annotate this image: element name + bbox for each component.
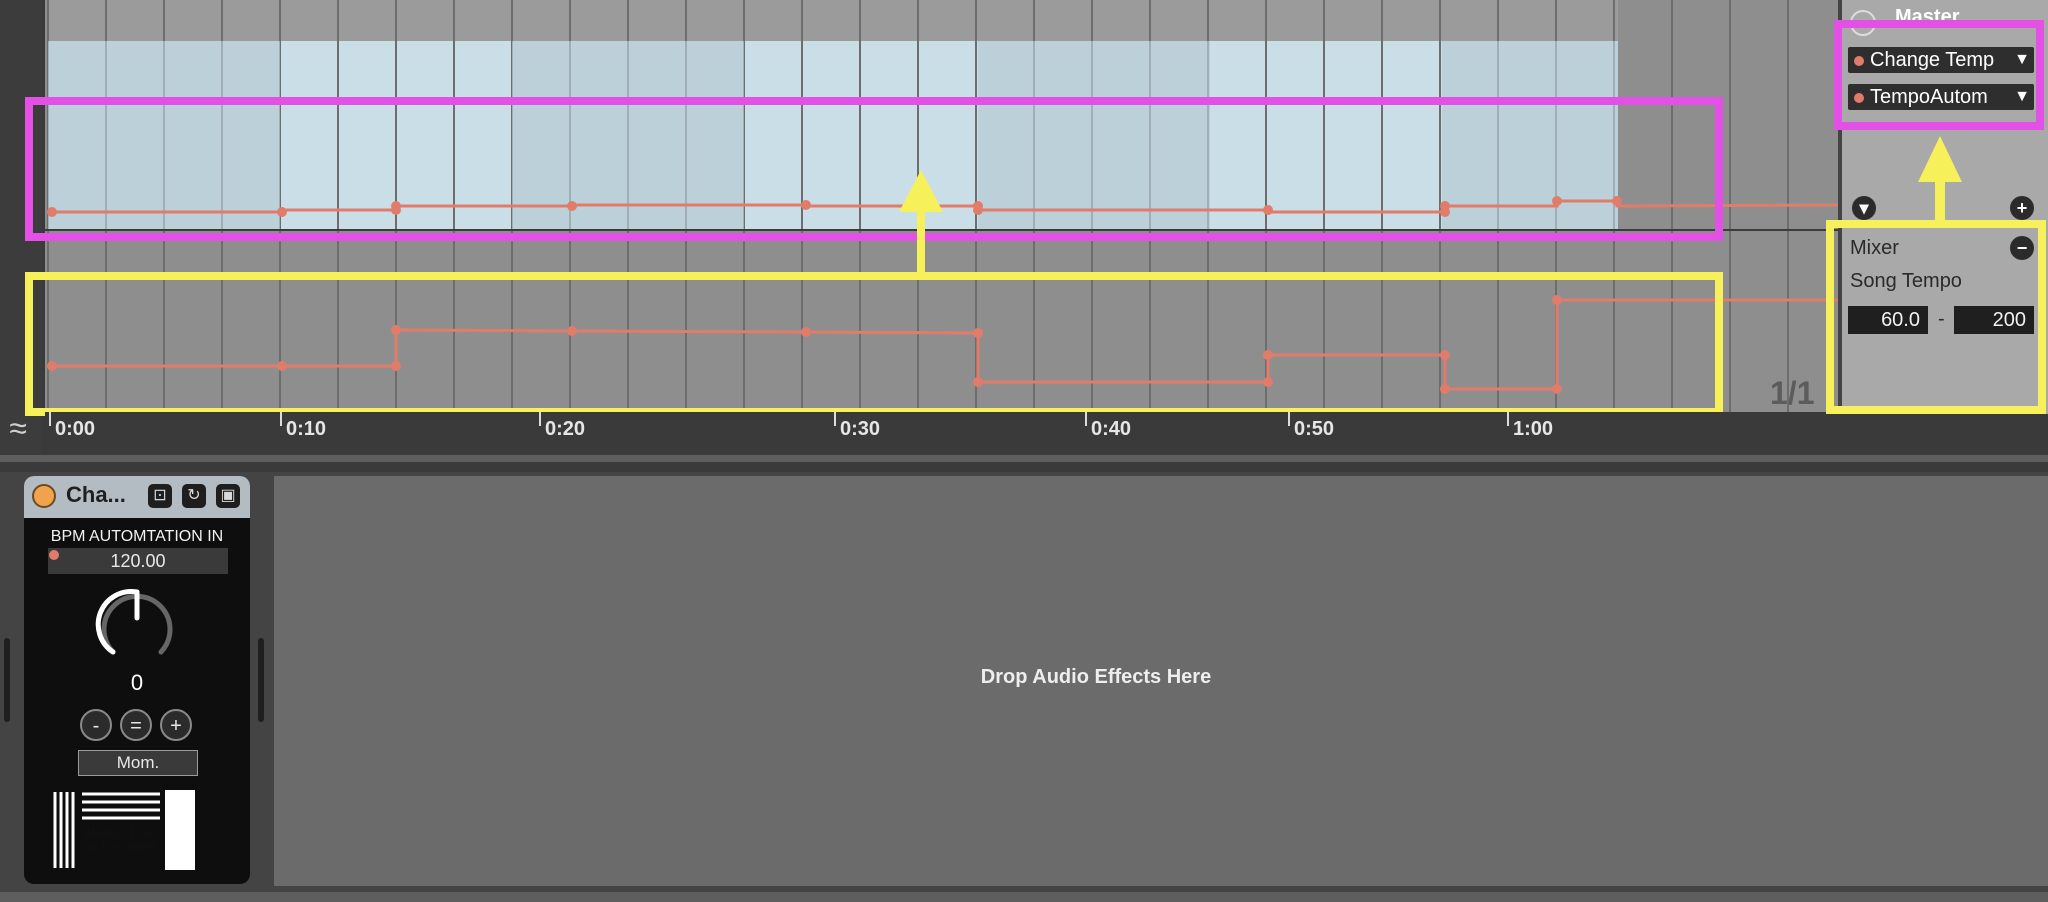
ruler-label: 0:30: [840, 418, 881, 440]
highlight-box-dropdowns: [1834, 20, 2044, 130]
automation-breakpoint[interactable]: [1263, 377, 1273, 387]
clip-shade: [48, 41, 280, 230]
bpm-label: BPM AUTOMTATION IN: [50, 528, 224, 545]
equals-button[interactable]: =: [120, 709, 152, 741]
automation-breakpoint[interactable]: [391, 361, 401, 371]
logo-text: Ableton Live for Drummer AbletonDrummer.…: [83, 826, 163, 868]
automation-breakpoint[interactable]: [973, 205, 983, 215]
device-view-divider: [0, 462, 2048, 472]
automation-breakpoint[interactable]: [47, 361, 57, 371]
ruler-label: 0:10: [286, 418, 327, 440]
device-title: Cha...: [66, 482, 126, 507]
ruler-label: 1:00: [1513, 418, 1554, 440]
ruler-label: 0:50: [1294, 418, 1335, 440]
automation-breakpoint[interactable]: [391, 325, 401, 335]
device-power-icon[interactable]: [32, 484, 56, 508]
tick-mark: [49, 412, 51, 426]
ruler-label: 0:20: [545, 418, 586, 440]
automation-breakpoint[interactable]: [567, 201, 577, 211]
tick-mark: [834, 412, 836, 426]
automation-breakpoint[interactable]: [1263, 350, 1273, 360]
bpm-value-field[interactable]: 120.00: [48, 548, 228, 574]
arrowhead-icon: [899, 170, 943, 212]
tempo-knob[interactable]: [95, 584, 179, 664]
resize-handle[interactable]: [4, 638, 10, 722]
automation-breakpoint[interactable]: [801, 200, 811, 210]
refresh-icon[interactable]: ↻: [182, 484, 206, 508]
knob-value: 0: [130, 670, 144, 695]
automation-breakpoint[interactable]: [1440, 384, 1450, 394]
arrow-up-icon: [1918, 136, 1962, 222]
logo-line-2: for Drummer: [83, 839, 156, 854]
automation-breakpoint[interactable]: [1612, 196, 1622, 206]
automation-dot-icon: [49, 550, 59, 560]
hot-swap-icon[interactable]: ⊡: [148, 484, 172, 508]
tick-mark: [1085, 412, 1087, 426]
tick-mark: [539, 412, 541, 426]
wave-icon[interactable]: ≈: [0, 408, 36, 448]
logo: Ableton Live for Drummer AbletonDrummer.…: [50, 790, 195, 870]
automation-breakpoint[interactable]: [1440, 350, 1450, 360]
automation-breakpoint[interactable]: [277, 207, 287, 217]
automation-breakpoint[interactable]: [1552, 196, 1562, 206]
minus-button[interactable]: -: [80, 709, 112, 741]
arrangement-grid: [25, 0, 1839, 416]
automation-breakpoint[interactable]: [973, 377, 983, 387]
automation-breakpoint[interactable]: [1552, 295, 1562, 305]
clip-shade: [978, 41, 1210, 230]
drop-zone-label: Drop Audio Effects Here: [980, 666, 1212, 688]
automation-breakpoint[interactable]: [567, 326, 577, 336]
time-ruler[interactable]: 0:00 0:10 0:20 0:30 0:40 0:50 1:00: [45, 412, 1845, 448]
automation-breakpoint[interactable]: [801, 327, 811, 337]
tick-mark: [1507, 412, 1509, 426]
automation-breakpoint[interactable]: [277, 361, 287, 371]
resize-handle[interactable]: [258, 638, 264, 722]
highlight-box-automation-expanded: [25, 272, 1723, 416]
loop-length-label: 1/1: [1770, 375, 1815, 411]
clip-shade: [512, 41, 744, 230]
automation-breakpoint[interactable]: [1263, 205, 1273, 215]
ruler-label: 0:00: [55, 418, 96, 440]
tick-mark: [280, 412, 282, 426]
highlight-box-mixer: [1826, 220, 2046, 414]
automation-breakpoint[interactable]: [391, 201, 401, 211]
automation-breakpoint[interactable]: [47, 207, 57, 217]
automation-breakpoint[interactable]: [1440, 201, 1450, 211]
logo-line-1: Ableton Live: [83, 825, 155, 840]
automation-breakpoint[interactable]: [1552, 384, 1562, 394]
plus-icon[interactable]: +: [2010, 196, 2034, 220]
automation-breakpoint[interactable]: [973, 328, 983, 338]
plus-button[interactable]: +: [160, 709, 192, 741]
logo-url: AbletonDrummer.com: [83, 857, 151, 864]
tempo-automation-line[interactable]: [52, 298, 1838, 391]
momentary-button[interactable]: Mom.: [78, 750, 198, 776]
save-icon[interactable]: ▣: [216, 484, 240, 508]
triangle-down-icon[interactable]: ▾: [1852, 196, 1876, 220]
tick-mark: [1288, 412, 1290, 426]
ruler-label: 0:40: [1091, 418, 1132, 440]
